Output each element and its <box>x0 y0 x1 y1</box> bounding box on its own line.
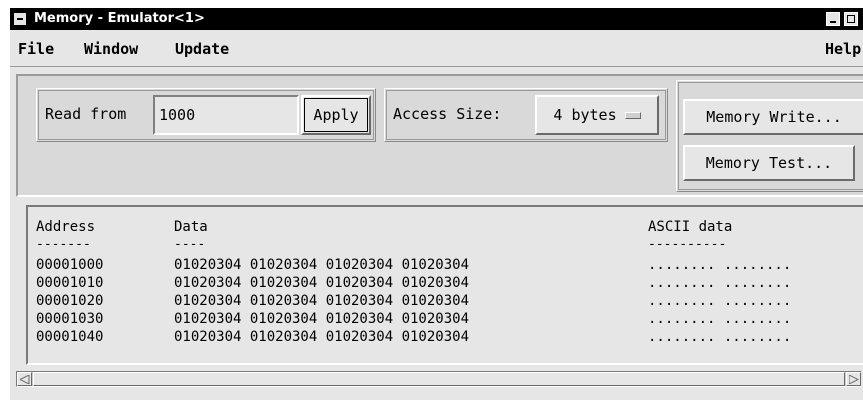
memory-window: Memory - Emulator<1> File Window Update … <box>10 8 863 400</box>
menu-bar: File Window Update Help <box>10 30 863 67</box>
apply-button[interactable]: Apply <box>301 95 371 135</box>
menu-update[interactable]: Update <box>175 40 229 58</box>
data-header-underline: ---- <box>174 237 206 252</box>
data-column-header: Data <box>174 219 208 235</box>
arrow-left-icon[interactable] <box>17 372 32 386</box>
minimize-icon[interactable] <box>826 12 840 26</box>
access-size-value: 4 bytes <box>553 106 617 124</box>
read-from-label: Read from <box>45 105 127 123</box>
row-address: 00001040 <box>36 329 104 345</box>
memory-display[interactable]: Address Data ASCII data ------- ---- ---… <box>26 205 863 365</box>
ascii-column-header: ASCII data <box>648 219 733 235</box>
row-address: 00001020 <box>36 293 104 309</box>
access-size-group: Access Size: 4 bytes <box>384 88 668 142</box>
row-data: 01020304 01020304 01020304 01020304 <box>174 311 470 327</box>
menu-file[interactable]: File <box>18 40 54 58</box>
maximize-icon[interactable] <box>844 12 858 26</box>
access-size-option-menu[interactable]: 4 bytes <box>535 95 659 135</box>
title-bar: Memory - Emulator<1> <box>10 8 863 30</box>
access-size-label: Access Size: <box>393 105 502 123</box>
window-menu-icon[interactable] <box>14 13 26 25</box>
address-column-header: Address <box>36 219 96 235</box>
scrollbar-thumb[interactable] <box>33 372 845 386</box>
control-panel: Read from Apply Access Size: 4 bytes Mem… <box>16 74 863 197</box>
menu-help[interactable]: Help <box>825 40 861 58</box>
menu-window[interactable]: Window <box>84 40 138 58</box>
arrow-right-icon[interactable] <box>846 372 861 386</box>
row-address: 00001000 <box>36 257 104 273</box>
row-data: 01020304 01020304 01020304 01020304 <box>174 329 470 345</box>
row-ascii: ........ ........ <box>648 275 792 291</box>
row-data: 01020304 01020304 01020304 01020304 <box>174 293 470 309</box>
memory-actions-group: Memory Write... Memory Test... <box>676 80 863 192</box>
read-from-group: Read from Apply <box>36 88 376 142</box>
row-data: 01020304 01020304 01020304 01020304 <box>174 257 470 273</box>
row-ascii: ........ ........ <box>648 311 792 327</box>
row-ascii: ........ ........ <box>648 257 792 273</box>
row-address: 00001010 <box>36 275 104 291</box>
row-ascii: ........ ........ <box>648 293 792 309</box>
row-ascii: ........ ........ <box>648 329 792 345</box>
window-title: Memory - Emulator<1> <box>34 11 205 26</box>
address-header-underline: ------- <box>36 237 91 252</box>
ascii-header-underline: ---------- <box>648 237 727 252</box>
memory-write-button[interactable]: Memory Write... <box>683 99 863 135</box>
row-data: 01020304 01020304 01020304 01020304 <box>174 275 470 291</box>
option-menu-indicator-icon <box>624 111 641 119</box>
read-from-input[interactable] <box>153 95 299 135</box>
memory-test-button[interactable]: Memory Test... <box>683 145 855 181</box>
horizontal-scrollbar[interactable] <box>16 371 861 387</box>
row-address: 00001030 <box>36 311 104 327</box>
